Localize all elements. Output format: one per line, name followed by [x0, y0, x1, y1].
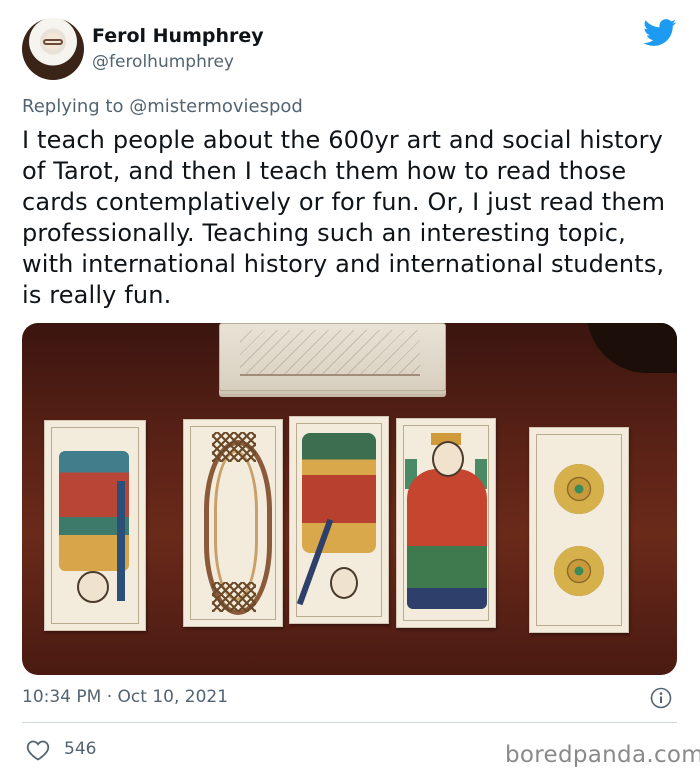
replying-to-prefix: Replying to [22, 96, 130, 117]
tarot-card-coins [529, 427, 629, 633]
card-sword [117, 481, 125, 601]
twitter-bird-icon[interactable] [643, 19, 677, 47]
avatar-glasses [43, 39, 63, 45]
tarot-card-inverted-figure [289, 416, 389, 624]
card-head [330, 567, 358, 599]
tweet-timestamp[interactable]: 10:34 PM · Oct 10, 2021 [22, 686, 228, 708]
card-coin-bottom [554, 546, 604, 596]
watermark: boredpanda.com [505, 742, 700, 768]
tarot-deck [219, 323, 446, 391]
tweet-photo[interactable] [22, 323, 677, 675]
card-coin-top [554, 464, 604, 514]
info-icon[interactable] [650, 687, 672, 709]
tarot-card-king [396, 418, 496, 628]
tarot-card-hanged-figure [44, 420, 146, 631]
reply-mention-link[interactable]: @mistermoviespod [129, 96, 303, 117]
replying-to: Replying to @mistermoviespod [22, 95, 303, 119]
deck-illustration [240, 330, 420, 376]
tablecloth-corner [587, 323, 677, 373]
divider [22, 722, 677, 723]
card-figure [302, 433, 376, 553]
tweet-text: I teach people about the 600yr art and s… [22, 126, 666, 309]
user-handle[interactable]: @ferolhumphrey [92, 51, 234, 73]
card-knot-top [212, 432, 256, 462]
display-name[interactable]: Ferol Humphrey [92, 24, 264, 48]
avatar[interactable] [22, 18, 84, 80]
like-count[interactable]: 546 [64, 738, 96, 760]
card-king-head [432, 441, 464, 477]
card-king-robe [407, 469, 487, 609]
card-knot-bottom [212, 582, 256, 612]
card-oval-inner [214, 450, 258, 601]
heart-icon[interactable] [26, 739, 50, 761]
tarot-card-swords [183, 419, 283, 627]
card-frame [536, 434, 622, 626]
card-head [77, 571, 109, 603]
